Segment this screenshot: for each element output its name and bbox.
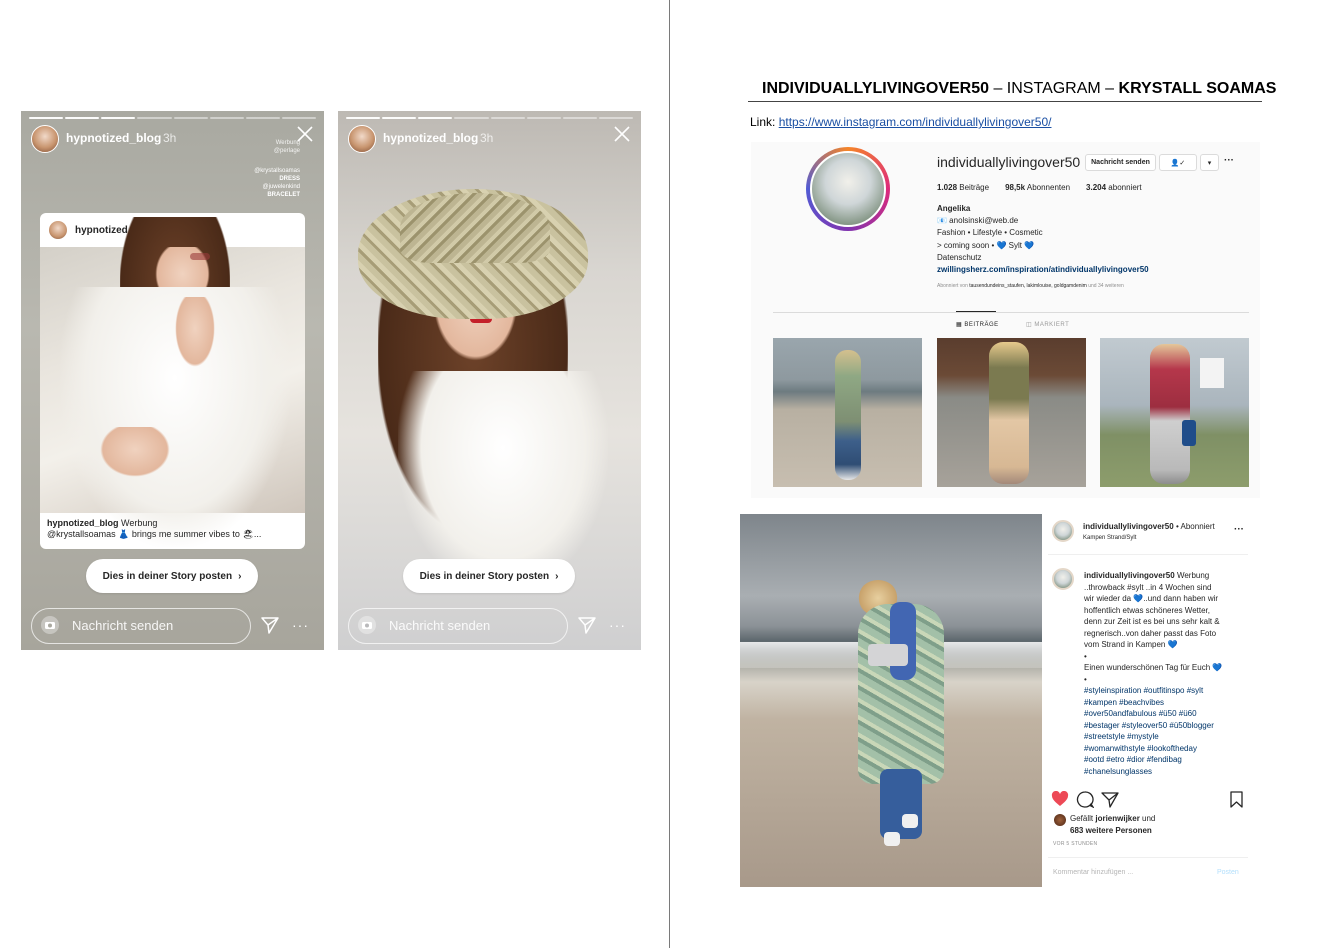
bio-email: 📧 anolsinski@web.de — [937, 216, 1019, 226]
story-progress-bar — [346, 117, 633, 119]
story-progress-bar — [29, 117, 316, 119]
story-screenshot-1: hypnotized_blog 3h Werbung @perlage @kry… — [21, 111, 324, 650]
tab-posts[interactable]: ▦ BEITRÄGE — [956, 321, 999, 328]
following-button[interactable]: 👤✓ — [1159, 154, 1197, 171]
caption-author[interactable]: individuallylivingover50 — [1084, 571, 1175, 580]
posts-count: 1.028 Beiträge — [937, 183, 990, 192]
likes-count[interactable]: 683 weitere Personen — [1070, 826, 1152, 835]
following-count: 3.204 abonniert — [1086, 183, 1142, 192]
post-photo[interactable] — [740, 514, 1042, 887]
story-screenshot-2: hypnotized_blog 3h Dies in deiner Story … — [338, 111, 641, 650]
tab-tagged[interactable]: ◫ MARKIERT — [1026, 321, 1069, 328]
post-timestamp: VOR 5 STUNDEN — [1053, 841, 1098, 847]
send-icon[interactable] — [577, 615, 597, 635]
divider — [1048, 857, 1248, 858]
shared-post-avatar — [49, 221, 67, 239]
bio-line: Datenschutz — [937, 252, 982, 262]
post-to-story-button[interactable]: Dies in deiner Story posten › — [403, 559, 575, 593]
divider — [1048, 554, 1248, 555]
caption-author-avatar[interactable] — [1052, 568, 1074, 590]
post-hashtags[interactable]: #styleinspiration #outfitinspo #sylt #ka… — [1084, 685, 1244, 777]
bio-website-link[interactable]: zwillingsherz.com/inspiration/atindividu… — [937, 264, 1149, 276]
comment-input[interactable]: Kommentar hinzufügen ... — [1053, 869, 1133, 876]
profile-username: individuallylivingover50 — [937, 154, 1081, 170]
profile-name: Angelika — [937, 204, 971, 213]
camera-icon[interactable] — [41, 616, 59, 634]
story-username[interactable]: hypnotized_blog — [66, 131, 161, 145]
heart-icon[interactable] — [1051, 791, 1069, 807]
story-username[interactable]: hypnotized_blog — [383, 131, 478, 145]
document-heading: INDIVIDUALLYLIVINGOVER50 – INSTAGRAM – K… — [762, 80, 1277, 97]
shared-post-card[interactable]: hypnotized_blog hypnotized_blog Werbung … — [40, 213, 305, 549]
post-author: individuallylivingover50 • Abonniert — [1083, 522, 1215, 531]
chevron-right-icon: › — [555, 570, 559, 582]
page-divider — [669, 0, 670, 948]
bio-line: > coming soon • 💙 Sylt 💙 — [937, 240, 1035, 250]
message-placeholder: Nachricht senden — [389, 618, 491, 633]
grid-post-3[interactable] — [1100, 338, 1249, 487]
followed-by: Abonniert von tausendundeins_staufen, la… — [937, 283, 1124, 289]
camera-icon[interactable] — [358, 616, 376, 634]
share-icon[interactable] — [1101, 791, 1119, 808]
more-options-icon[interactable]: ··· — [1224, 155, 1234, 166]
profile-stats: 1.028 Beiträge 98,5k Abonnenten 3.204 ab… — [937, 183, 1142, 192]
active-tab-indicator — [956, 311, 996, 312]
more-icon[interactable]: ··· — [609, 617, 626, 633]
liker-avatar[interactable] — [1054, 814, 1066, 826]
grid-post-2[interactable] — [937, 338, 1086, 487]
close-icon[interactable] — [613, 125, 631, 143]
follow-state[interactable]: • Abonniert — [1176, 522, 1215, 531]
profile-avatar[interactable] — [810, 151, 886, 227]
more-options-icon[interactable]: ··· — [1234, 524, 1244, 535]
post-comment-button[interactable]: Posten — [1217, 869, 1239, 876]
message-placeholder: Nachricht senden — [72, 618, 174, 633]
comment-icon[interactable] — [1076, 791, 1094, 808]
followers-count: 98,5k Abonnenten — [1005, 183, 1071, 192]
document-link-line: Link: https://www.instagram.com/individu… — [750, 115, 1052, 129]
post-to-story-button[interactable]: Dies in deiner Story posten › — [86, 559, 258, 593]
bookmark-icon[interactable] — [1229, 791, 1244, 808]
dropdown-button[interactable]: ▾ — [1200, 154, 1219, 171]
shared-post-photo[interactable] — [40, 217, 305, 547]
story-product-tags: @krystallsoamas DRESS @juwelenkind BRACE… — [254, 168, 300, 198]
tab-divider — [773, 312, 1249, 313]
shared-post-caption: hypnotized_blog Werbung @krystallsoamas … — [47, 518, 262, 539]
more-icon[interactable]: ··· — [292, 617, 309, 633]
story-time: 3h — [480, 131, 494, 145]
instagram-profile-link[interactable]: https://www.instagram.com/individuallyli… — [779, 115, 1052, 129]
story-werbung-label: Werbung @perlage — [273, 140, 300, 154]
likes-text: Gefällt jorienwijker und 683 weitere Per… — [1070, 814, 1156, 835]
liker-username[interactable]: jorienwijker — [1095, 814, 1139, 823]
heading-underline — [748, 101, 1262, 102]
send-icon[interactable] — [260, 615, 280, 635]
post-author-avatar[interactable] — [1052, 520, 1074, 542]
story-avatar[interactable] — [31, 125, 59, 153]
post-location[interactable]: Kampen Strand/Sylt — [1083, 535, 1136, 541]
post-author-username[interactable]: individuallylivingover50 — [1083, 522, 1174, 531]
story-avatar[interactable] — [348, 125, 376, 153]
bio-line: Fashion • Lifestyle • Cosmetic — [937, 228, 1043, 238]
story-photo — [338, 111, 641, 591]
message-button[interactable]: Nachricht senden — [1085, 154, 1156, 171]
profile-bio: Angelika 📧 anolsinski@web.de Fashion • L… — [937, 203, 1149, 276]
grid-post-1[interactable] — [773, 338, 922, 487]
chevron-right-icon: › — [238, 570, 242, 582]
story-time: 3h — [163, 131, 177, 145]
post-caption: individuallylivingover50 Werbung ..throw… — [1084, 571, 1223, 684]
